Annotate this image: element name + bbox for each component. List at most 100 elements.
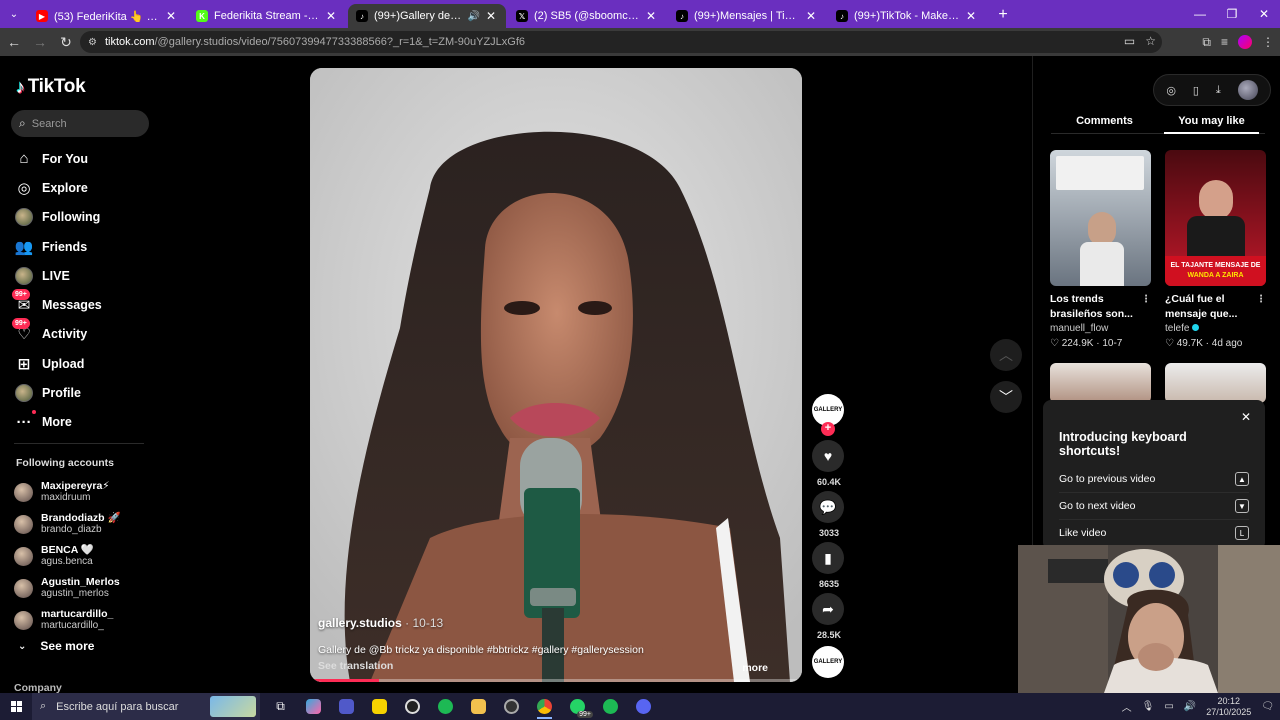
close-tab-icon[interactable]: ✕: [804, 9, 818, 23]
xbox-icon[interactable]: [429, 693, 462, 720]
following-account-item[interactable]: Agustin_Merlos agustin_merlos: [14, 572, 121, 604]
video-card[interactable]: Los trends brasileños son... ⋮ manuell_fl…: [1050, 150, 1151, 350]
close-window-icon[interactable]: ✕: [1248, 0, 1280, 28]
video-player[interactable]: gallery.studios · 10-13 Gallery de @Bb t…: [310, 68, 802, 682]
tiktok-logo[interactable]: ♪ TikTok: [16, 76, 86, 98]
browser-tab[interactable]: K Federikita Stream - Watch Live o ✕: [188, 4, 346, 28]
obs-icon[interactable]: [396, 693, 429, 720]
follow-plus-icon[interactable]: +: [821, 422, 835, 436]
back-icon[interactable]: ←: [2, 30, 26, 54]
site-info-icon[interactable]: ⚙: [88, 37, 97, 48]
kebab-menu-icon[interactable]: ⋮: [1141, 292, 1151, 307]
forward-icon[interactable]: →: [28, 30, 52, 54]
clock[interactable]: 20:12 27/10/2025: [1206, 696, 1251, 718]
nav-item-live[interactable]: LIVE: [14, 261, 102, 290]
browser-tab[interactable]: 𝕏 (2) SB5 (@sboomchallenge) / X ✕: [508, 4, 666, 28]
comment-button[interactable]: 💬: [812, 491, 844, 523]
kebab-menu-icon[interactable]: ⋮: [1256, 292, 1266, 307]
nav-item-more[interactable]: ··· More: [14, 408, 102, 437]
chrome-icon[interactable]: [528, 693, 561, 720]
browser-tab[interactable]: ♪ (99+)TikTok - Make Your Day ✕: [828, 4, 986, 28]
card-author[interactable]: telefe: [1165, 322, 1266, 335]
browser-menu-icon[interactable]: ⋮: [1262, 35, 1274, 49]
nav-item-friends[interactable]: 👥 Friends: [14, 232, 102, 261]
following-account-item[interactable]: Brandodiazb 🚀 brando_diazb: [14, 508, 121, 540]
app-icon[interactable]: [495, 693, 528, 720]
card-title[interactable]: Los trends brasileños son... ⋮: [1050, 292, 1151, 322]
previous-video-button[interactable]: ︿: [990, 339, 1022, 371]
share-button[interactable]: ➦: [812, 593, 844, 625]
video-card[interactable]: EL TAJANTE MENSAJE DE WANDA A ZAIRA ¿Cuá…: [1165, 150, 1266, 350]
video-thumbnail[interactable]: [1050, 363, 1151, 403]
cast-icon[interactable]: ▭: [1124, 34, 1135, 48]
reload-icon[interactable]: ↻: [54, 30, 78, 54]
explore-compass-icon[interactable]: ◎: [1166, 84, 1176, 97]
volume-icon[interactable]: 🔊: [1184, 701, 1196, 712]
author-name[interactable]: gallery.studios: [318, 616, 402, 630]
sticky-notes-icon[interactable]: [363, 693, 396, 720]
close-tab-icon[interactable]: ✕: [964, 9, 978, 23]
extensions-icon[interactable]: ⧉: [1202, 35, 1211, 50]
close-tab-icon[interactable]: ✕: [164, 9, 178, 23]
nav-item-for-you[interactable]: ⌂ For You: [14, 144, 102, 173]
device-icon[interactable]: ▯: [1193, 84, 1199, 97]
user-avatar[interactable]: [1237, 80, 1258, 100]
discord-icon[interactable]: [627, 693, 660, 720]
close-tab-icon[interactable]: ✕: [644, 9, 658, 23]
close-icon[interactable]: ✕: [1241, 410, 1251, 424]
next-video-button[interactable]: ﹀: [990, 381, 1022, 413]
company-link[interactable]: Company: [14, 682, 62, 693]
save-button[interactable]: ▮: [812, 542, 844, 574]
browser-tab[interactable]: ♪ (99+)Mensajes | TikTok ✕: [668, 4, 826, 28]
microphone-icon[interactable]: 🎙: [1142, 701, 1155, 712]
restore-icon[interactable]: ❐: [1216, 0, 1248, 28]
nav-item-profile[interactable]: Profile: [14, 378, 102, 407]
video-progress-bar[interactable]: [310, 679, 802, 682]
video-thumbnail[interactable]: [1050, 150, 1151, 286]
network-icon[interactable]: ▭: [1164, 701, 1173, 712]
browser-tab[interactable]: ▶ (53) FederiKita 👆 - YouTube ✕: [28, 4, 186, 28]
reading-list-icon[interactable]: ≡: [1221, 35, 1228, 49]
nav-item-following[interactable]: Following: [14, 203, 102, 232]
see-more-button[interactable]: ⌄ See more: [18, 639, 94, 653]
file-explorer-icon[interactable]: [462, 693, 495, 720]
address-bar[interactable]: ⚙ tiktok.com/@gallery.studios/video/7560…: [80, 31, 1162, 53]
teams-icon[interactable]: [330, 693, 363, 720]
browser-tab[interactable]: ♪ (99+)Gallery de BB Trickz: S 🔊 ✕: [348, 4, 506, 28]
tab-comments[interactable]: Comments: [1051, 108, 1158, 133]
card-author[interactable]: manuell_flow: [1050, 322, 1151, 335]
task-view-icon[interactable]: ⧉: [264, 693, 297, 720]
following-account-item[interactable]: BENCA 🤍 agus.benca: [14, 540, 121, 572]
nav-item-upload[interactable]: ⊞ Upload: [14, 349, 102, 378]
search-input[interactable]: ⌕ Search: [11, 110, 149, 137]
taskbar-search-input[interactable]: ⌕ Escribe aquí para buscar: [32, 693, 260, 720]
video-author[interactable]: gallery.studios · 10-13: [318, 616, 794, 630]
close-tab-icon[interactable]: ✕: [324, 9, 338, 23]
spotify-icon[interactable]: [594, 693, 627, 720]
following-account-item[interactable]: martucardillo_ martucardillo_: [14, 604, 121, 636]
download-icon[interactable]: ⤓: [1216, 84, 1221, 97]
profile-avatar-icon[interactable]: [1238, 35, 1252, 49]
whatsapp-icon[interactable]: 99+: [561, 693, 594, 720]
bookmark-star-icon[interactable]: ☆: [1145, 34, 1156, 48]
nav-item-activity[interactable]: ♡ 99+ Activity: [12, 318, 102, 349]
video-thumbnail[interactable]: [1165, 363, 1266, 403]
music-disc-button[interactable]: GALLERY: [812, 646, 844, 678]
video-thumbnail[interactable]: EL TAJANTE MENSAJE DE WANDA A ZAIRA: [1165, 150, 1266, 286]
tab-search-chevron-icon[interactable]: ⌄: [0, 0, 28, 28]
see-translation-link[interactable]: See translation: [318, 660, 794, 672]
like-button[interactable]: ♥: [812, 440, 844, 472]
tray-overflow-icon[interactable]: ︿: [1122, 699, 1132, 714]
audio-playing-icon[interactable]: 🔊: [468, 11, 480, 22]
following-account-item[interactable]: Maxipereyra⚡ maxidruum: [14, 476, 121, 508]
start-button[interactable]: [0, 693, 32, 720]
card-title[interactable]: ¿Cuál fue el mensaje que... ⋮: [1165, 292, 1266, 322]
minimize-icon[interactable]: —: [1184, 0, 1216, 28]
creator-avatar[interactable]: GALLERY +: [812, 394, 844, 436]
copilot-icon[interactable]: [297, 693, 330, 720]
new-tab-button[interactable]: +: [992, 4, 1014, 26]
nav-item-explore[interactable]: ◎ Explore: [14, 173, 102, 202]
notifications-icon[interactable]: 🗨: [1261, 701, 1274, 712]
close-tab-icon[interactable]: ✕: [484, 9, 498, 23]
more-button[interactable]: more: [742, 662, 768, 674]
